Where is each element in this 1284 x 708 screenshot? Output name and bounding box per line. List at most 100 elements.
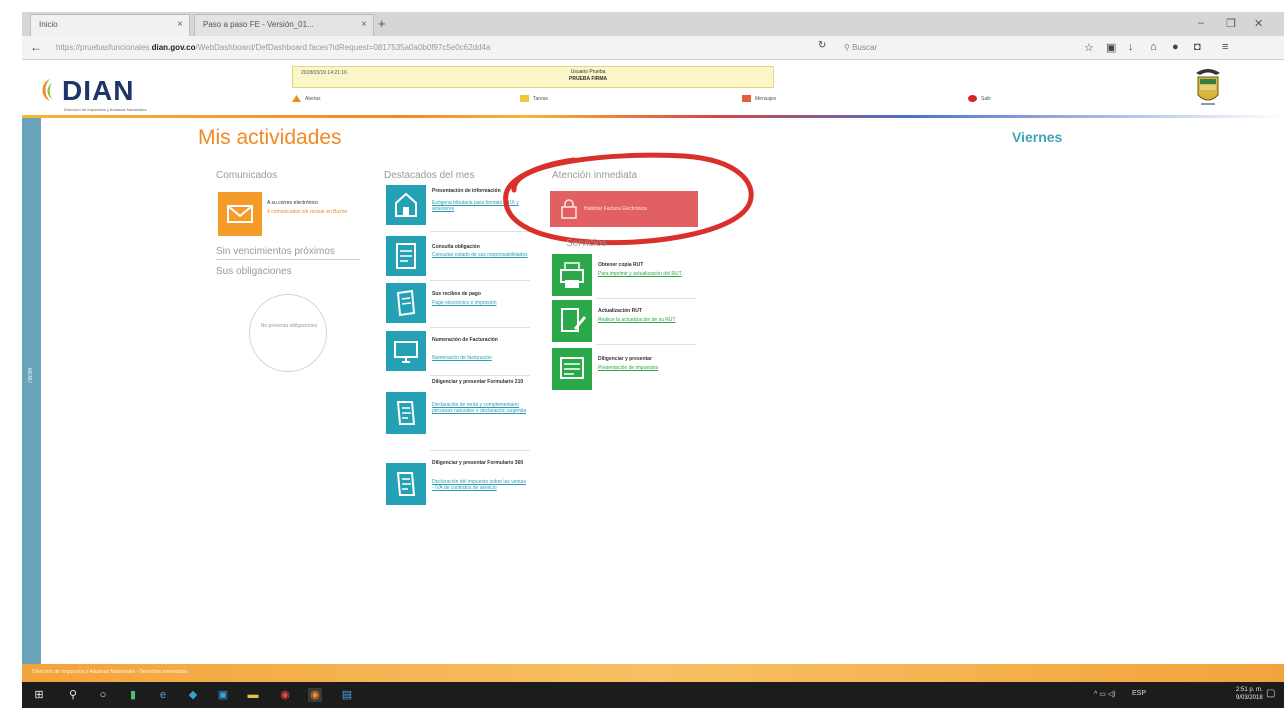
- search-icon: ⚲: [844, 43, 853, 52]
- task-view-icon[interactable]: ▮: [126, 688, 140, 702]
- browser-navbar: ← https://pruebasfuncionales.dian.gov.co…: [22, 36, 1284, 60]
- menu-alertas[interactable]: Alertas: [292, 95, 321, 102]
- mail-subtitle[interactable]: 4 comunicados sin revisar en Buzón: [267, 209, 362, 215]
- card-divider: [430, 375, 530, 376]
- cortana-icon[interactable]: ○: [96, 688, 110, 702]
- close-window-icon[interactable]: ✕: [1254, 17, 1263, 30]
- mail-title[interactable]: A su correo electrónico: [267, 200, 318, 206]
- minimize-icon[interactable]: –: [1198, 17, 1204, 29]
- destacados-heading: Destacados del mes: [384, 170, 475, 181]
- home-icon[interactable]: ⌂: [1150, 41, 1157, 53]
- obligations-circle: No presenta obligaciones: [249, 294, 327, 372]
- address-bar[interactable]: https://pruebasfuncionales.dian.gov.co/W…: [50, 40, 820, 56]
- card-link[interactable]: Realice la actualización de su RUT: [598, 317, 694, 323]
- mail-tile[interactable]: [218, 192, 262, 236]
- windows-start-icon[interactable]: ⊞: [32, 688, 46, 702]
- dian-logo-subtitle: Dirección de Impuestos y Aduanas Naciona…: [64, 107, 147, 112]
- building-icon: [395, 192, 417, 217]
- browser-tab-paso-a-paso[interactable]: Paso a paso FE - Versión_01... ×: [194, 14, 374, 36]
- extension-icon[interactable]: ●: [1172, 41, 1179, 53]
- card-link[interactable]: Pago electrónico e impresión: [432, 300, 528, 306]
- obligations-empty-text: No presenta obligaciones: [260, 323, 318, 329]
- printer-icon: [560, 262, 584, 288]
- user-line-1: Usuario Prueba: [570, 69, 606, 75]
- outlook-icon[interactable]: ▤: [340, 688, 354, 702]
- comunicados-heading: Comunicados: [216, 170, 278, 181]
- dian-logo-text[interactable]: DIAN: [62, 75, 134, 107]
- colombia-crest-icon: [1196, 69, 1220, 105]
- menu-tareas[interactable]: Tareas: [520, 95, 548, 102]
- firefox-icon[interactable]: ◉: [308, 688, 322, 702]
- card-divider: [596, 344, 696, 345]
- card-link[interactable]: Declaración del impuesto sobre las venta…: [432, 479, 528, 491]
- browser-search-input[interactable]: ⚲ Buscar: [840, 40, 1080, 56]
- side-menu-toggle[interactable]: MENÚ: [22, 118, 41, 664]
- vencimientos-link[interactable]: Sin vencimientos próximos: [216, 246, 360, 260]
- maximize-icon[interactable]: ❐: [1226, 17, 1236, 30]
- card-link[interactable]: Consultar estado de sus responsabilidade…: [432, 252, 528, 258]
- card-divider: [430, 327, 530, 328]
- form-tile: [386, 463, 426, 505]
- close-tab-icon[interactable]: ×: [361, 19, 367, 30]
- pocket-icon[interactable]: ◘: [1194, 41, 1201, 53]
- form-icon: [396, 472, 416, 496]
- rut-copy-tile: [552, 254, 592, 296]
- browser-tab-inicio[interactable]: Inicio ×: [30, 14, 190, 36]
- edit-document-icon: [561, 308, 586, 332]
- url-prefix: https://pruebasfuncionales.: [56, 43, 152, 52]
- language-indicator[interactable]: ESP: [1132, 690, 1146, 697]
- windows-taskbar: ⊞ ⚲ ○ ▮ e ◆ ▣ ▬ ◉ ◉ ▤ ^ ▭ ◁) ESP 2:51 p.…: [22, 682, 1284, 708]
- clock-date: 9/03/2018: [1236, 695, 1263, 701]
- obligaciones-heading: Sus obligaciones: [216, 266, 292, 277]
- day-label: Viernes: [1012, 129, 1063, 145]
- system-clock[interactable]: 2:51 p. m. 9/03/2018: [1236, 686, 1263, 702]
- clock-time: 2:51 p. m.: [1236, 687, 1263, 693]
- menu-label: Salir: [981, 95, 992, 102]
- edge-browser-icon[interactable]: e: [156, 688, 170, 702]
- messages-icon: [742, 95, 751, 102]
- page-footer: Dirección de Impuestos y Aduanas Naciona…: [22, 664, 1284, 682]
- card-title: Obtener copia RUT: [598, 262, 644, 268]
- document-tile: [386, 236, 426, 276]
- card-link[interactable]: Presentación de impuestos: [598, 365, 694, 371]
- taskbar-search-icon[interactable]: ⚲: [66, 688, 80, 702]
- tab-label: Inicio: [39, 20, 58, 29]
- store-icon[interactable]: ▣: [216, 688, 230, 702]
- house-tile: [386, 185, 426, 225]
- left-margin: [0, 0, 22, 708]
- file-explorer-icon[interactable]: ▬: [246, 688, 260, 702]
- app-icon[interactable]: ◆: [186, 688, 200, 702]
- download-icon[interactable]: ↓: [1128, 41, 1134, 53]
- card-title: Diligenciar y presentar: [598, 356, 652, 362]
- menu-mensajes[interactable]: Mensajes: [742, 95, 776, 102]
- notifications-icon[interactable]: ▢: [1266, 688, 1275, 699]
- url-rest: /WebDashboard/DefDashboard.faces?idReque…: [195, 43, 491, 52]
- session-info-box: 2018/03/19 14:21:16 Usuario Prueba PRUEB…: [292, 66, 774, 88]
- chrome-icon[interactable]: ◉: [278, 688, 292, 702]
- new-tab-icon[interactable]: +: [378, 16, 386, 31]
- library-icon[interactable]: ▣: [1106, 41, 1116, 54]
- card-link[interactable]: Declaración de renta y complementario pe…: [432, 402, 528, 414]
- declaration-tile: [552, 348, 592, 390]
- menu-label: Mensajes: [755, 95, 777, 102]
- session-datetime: 2018/03/19 14:21:16: [301, 70, 347, 76]
- close-tab-icon[interactable]: ×: [177, 19, 183, 30]
- card-link[interactable]: Para imprimir y actualización del RUT: [598, 271, 694, 277]
- back-icon[interactable]: ←: [30, 40, 42, 54]
- tasks-icon: [520, 95, 529, 102]
- card-link[interactable]: Numeración de facturación: [432, 355, 528, 361]
- bookmark-star-icon[interactable]: ☆: [1084, 41, 1094, 54]
- footer-text: Dirección de Impuestos y Aduanas Naciona…: [32, 669, 188, 675]
- tray-icons[interactable]: ^ ▭ ◁): [1094, 690, 1116, 698]
- menu-label: Tareas: [533, 95, 549, 102]
- envelope-icon: [227, 205, 253, 223]
- reload-icon[interactable]: ↻: [818, 40, 826, 51]
- browser-tabbar: Inicio × Paso a paso FE - Versión_01... …: [22, 12, 1284, 36]
- card-title: Diligenciar y presentar Formulario 210: [432, 379, 524, 385]
- servicios-heading: Servicios: [566, 238, 607, 249]
- menu-salir[interactable]: Salir: [968, 95, 991, 102]
- card-title: Actualización RUT: [598, 308, 642, 314]
- hamburger-menu-icon[interactable]: ≡: [1222, 41, 1228, 53]
- screen: Inicio × Paso a paso FE - Versión_01... …: [0, 0, 1284, 708]
- monitor-tile: [386, 331, 426, 371]
